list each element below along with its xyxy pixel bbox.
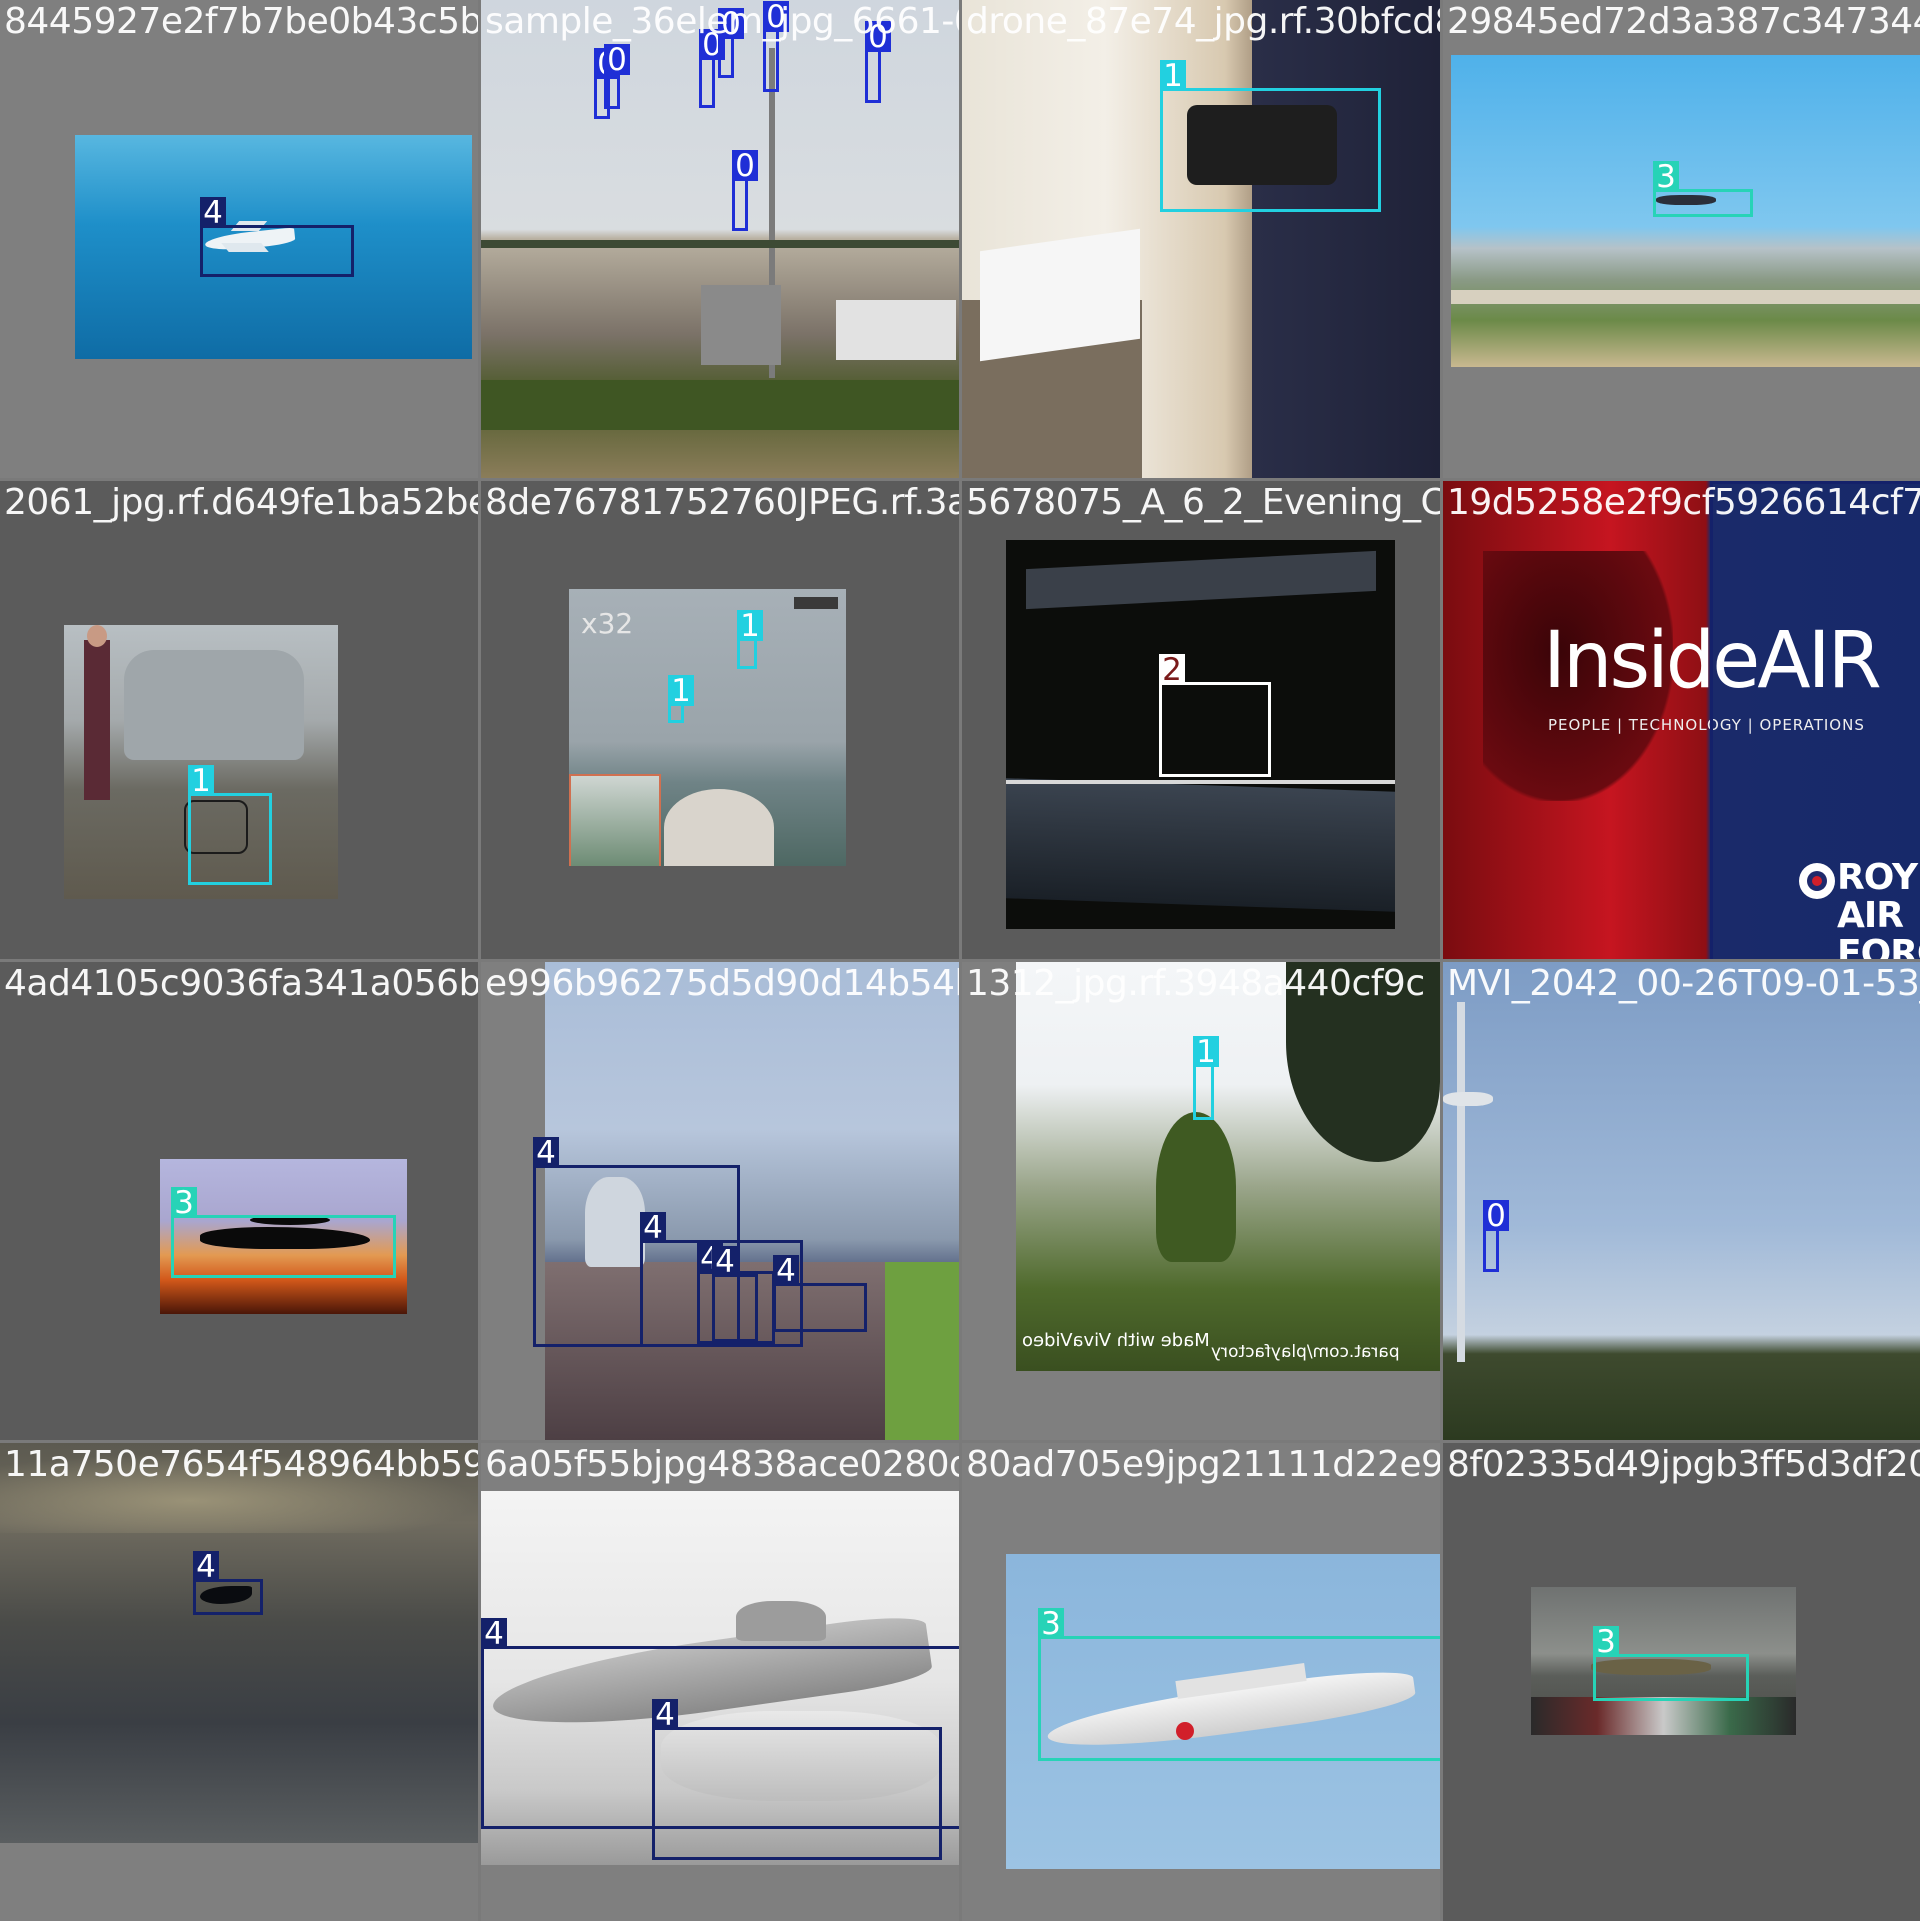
detection-label: 4: [193, 1551, 219, 1584]
tile-14[interactable]: 80ad705e9jpg21111d22e911 3: [962, 1443, 1440, 1921]
detection-label: 0: [732, 150, 758, 183]
tile-2[interactable]: drone_87e74_jpg.rf.30bfcd8 1: [962, 0, 1440, 478]
tile-10-caption: 1312_jpg.rf.3948a440cf9c: [966, 963, 1425, 1004]
tile-4-caption: 2061_jpg.rf.d649fe1ba52be0: [4, 482, 478, 523]
tile-5[interactable]: x32 8de76781752760JPEG.rf.3a50 1 1: [481, 481, 959, 959]
detection-box-class-2[interactable]: 2: [1159, 654, 1271, 777]
detection-label: 1: [188, 765, 214, 798]
detection-box-class-4[interactable]: 4: [193, 1551, 263, 1615]
tile-13-caption: 6a05f55bjpg4838ace0280d3: [485, 1444, 959, 1485]
tile-13[interactable]: 6a05f55bjpg4838ace0280d3 4 4: [481, 1443, 959, 1921]
tile-4[interactable]: 2061_jpg.rf.d649fe1ba52be0 1: [0, 481, 478, 959]
detection-box-class-4[interactable]: 4: [712, 1246, 758, 1342]
detection-label: 4: [640, 1212, 666, 1245]
tile-1-caption: sample_36elem_jpg_6661-0_jpg.rf.: [485, 1, 959, 42]
detection-box-class-3[interactable]: 3: [1653, 161, 1753, 217]
detection-label: 0: [604, 44, 630, 77]
tile-14-caption: 80ad705e9jpg21111d22e911: [966, 1444, 1440, 1485]
detection-label: 3: [1038, 1608, 1064, 1641]
detection-box-class-3[interactable]: 3: [1593, 1626, 1749, 1701]
tile-11[interactable]: MVI_2042_00-26T09-01-53_ 0: [1443, 962, 1920, 1440]
tile-6[interactable]: 5678075_A_6_2_Evening_Cloudy_258_jpg.rf.…: [962, 481, 1440, 959]
tile-10[interactable]: Made with VivaVideo parat.com/playfactor…: [962, 962, 1440, 1440]
tile-11-caption: MVI_2042_00-26T09-01-53_: [1447, 963, 1920, 1004]
detection-box-class-4[interactable]: 4: [652, 1699, 942, 1860]
tile-2-photo: [962, 0, 1440, 478]
detection-label: 1: [1193, 1036, 1219, 1069]
detection-label: 3: [1653, 161, 1679, 194]
tile-8[interactable]: 4ad4105c9036fa341a056bae 3: [0, 962, 478, 1440]
detection-label: 1: [1160, 60, 1186, 93]
detection-label: 4: [712, 1246, 738, 1279]
detection-box-class-4[interactable]: 4: [200, 197, 354, 277]
tile-3-caption: 29845ed72d3a387c347344d: [1447, 1, 1920, 42]
detection-box-class-1[interactable]: 1: [737, 610, 763, 669]
detection-box-class-4[interactable]: 4: [773, 1255, 867, 1332]
tile-0[interactable]: 8445927e2f7b7be0b43c5be 4: [0, 0, 478, 478]
detection-box-class-0[interactable]: 0: [865, 21, 891, 103]
detection-label: 0: [1483, 1200, 1509, 1233]
tile-5-photo: x32: [569, 589, 846, 866]
tile-15-caption: 8f02335d49jpgb3ff5d3df20c9: [1447, 1444, 1920, 1485]
playfactory-watermark: parat.com/playfactory: [1211, 1342, 1400, 1362]
tile-12-caption: 11a750e7654f548964bb592: [4, 1444, 478, 1485]
detection-label: 4: [652, 1699, 678, 1732]
detection-label: 4: [773, 1255, 799, 1288]
detection-box-class-3[interactable]: 3: [171, 1187, 396, 1278]
detection-box-class-0[interactable]: 0: [699, 29, 725, 108]
tile-9-caption: e996b96275d5d90d14b54be: [485, 963, 959, 1004]
detection-box-class-0[interactable]: 0: [732, 150, 758, 231]
tile-0-caption: 8445927e2f7b7be0b43c5be: [4, 1, 478, 42]
tile-9[interactable]: e996b96275d5d90d14b54be 44444: [481, 962, 959, 1440]
tile-5-caption: 8de76781752760JPEG.rf.3a50: [485, 482, 959, 523]
detection-box-class-1[interactable]: 1: [1160, 60, 1381, 212]
tile-7[interactable]: InsideAIR PEOPLE | TECHNOLOGY | OPERATIO…: [1443, 481, 1920, 959]
tile-15[interactable]: 8f02335d49jpgb3ff5d3df20c9 3: [1443, 1443, 1920, 1921]
detection-box-class-3[interactable]: 3: [1038, 1608, 1440, 1761]
detection-label: 3: [171, 1187, 197, 1220]
tile-8-caption: 4ad4105c9036fa341a056bae: [4, 963, 478, 1004]
mosaic-grid: 8445927e2f7b7be0b43c5be 4 sample_36elem_…: [0, 0, 1920, 1921]
detection-box-class-0[interactable]: 0: [604, 44, 630, 109]
tile-11-photo: [1443, 962, 1920, 1440]
detection-box-class-4[interactable]: 4: [1710, 481, 1920, 959]
tile-12[interactable]: 11a750e7654f548964bb592 4: [0, 1443, 478, 1921]
tile-7-caption: 19d5258e2f9cf5926614cf7e0: [1447, 482, 1920, 523]
detection-box-class-1[interactable]: 1: [1193, 1036, 1219, 1120]
vivavideo-watermark: Made with VivaVideo: [1022, 1330, 1210, 1351]
detection-box-class-1[interactable]: 1: [188, 765, 272, 885]
detection-label: 4: [200, 197, 226, 230]
tile-12-photo: [0, 1443, 478, 1843]
detection-box-class-1[interactable]: 1: [668, 675, 694, 723]
detection-label: 1: [737, 610, 763, 643]
tile-1[interactable]: sample_36elem_jpg_6661-0_jpg.rf. 0000000: [481, 0, 959, 478]
detection-label: 1: [668, 675, 694, 708]
tile-6-caption: 5678075_A_6_2_Evening_Cloudy_258_jpg.rf.…: [966, 482, 1440, 523]
tile-10-photo: Made with VivaVideo parat.com/playfactor…: [1016, 962, 1440, 1371]
detection-label: 4: [533, 1137, 559, 1170]
detection-box-class-0[interactable]: 0: [1483, 1200, 1509, 1272]
tile-2-caption: drone_87e74_jpg.rf.30bfcd8: [966, 1, 1440, 42]
detection-label: 4: [481, 1618, 507, 1651]
tile-3[interactable]: 29845ed72d3a387c347344d 3: [1443, 0, 1920, 478]
detection-label: 3: [1593, 1626, 1619, 1659]
detection-label: 2: [1159, 654, 1185, 687]
